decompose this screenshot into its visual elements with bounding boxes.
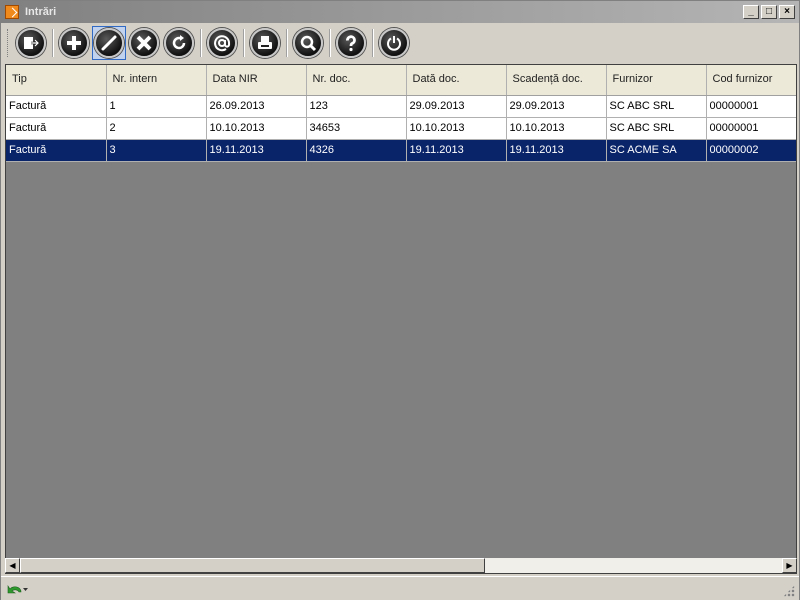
column-header-nr-intern[interactable]: Nr. intern xyxy=(106,65,207,96)
undo-arrow-icon[interactable] xyxy=(7,582,29,596)
print-button[interactable] xyxy=(248,26,282,60)
scroll-left-button[interactable]: ◀ xyxy=(5,558,20,573)
window-controls: _ □ × xyxy=(743,5,795,19)
printer-icon xyxy=(250,28,280,58)
table-cell[interactable]: 19.11.2013 xyxy=(506,139,607,162)
exit-icon xyxy=(16,28,46,58)
title-bar[interactable]: Intrări _ □ × xyxy=(1,1,799,23)
column-header-data-doc[interactable]: Dată doc. xyxy=(406,65,507,96)
table-cell[interactable]: 2 xyxy=(106,117,207,140)
table-cell[interactable]: SC ABC SRL xyxy=(606,95,707,118)
question-icon xyxy=(336,28,366,58)
search-button[interactable] xyxy=(291,26,325,60)
table-cell[interactable]: 1 xyxy=(106,95,207,118)
scroll-track[interactable] xyxy=(20,558,782,573)
table-cell[interactable]: 3 xyxy=(106,139,207,162)
email-button[interactable] xyxy=(205,26,239,60)
refresh-button[interactable] xyxy=(162,26,196,60)
toolbar xyxy=(3,24,799,62)
toolbar-separator xyxy=(243,29,245,57)
column-header-scadenta-doc[interactable]: Scadență doc. xyxy=(506,65,607,96)
table-cell[interactable]: 29.09.2013 xyxy=(406,95,507,118)
maximize-button[interactable]: □ xyxy=(761,5,777,19)
table-cell[interactable]: 00000001 xyxy=(706,95,796,118)
column-header-nr-doc[interactable]: Nr. doc. xyxy=(306,65,407,96)
help-button[interactable] xyxy=(334,26,368,60)
table-cell[interactable]: 4326 xyxy=(306,139,407,162)
table-row-selected[interactable]: Factură 3 19.11.2013 4326 19.11.2013 19.… xyxy=(6,139,796,162)
table-row[interactable]: Factură 1 26.09.2013 123 29.09.2013 29.0… xyxy=(6,95,796,118)
toolbar-grip[interactable] xyxy=(7,29,10,57)
plus-icon xyxy=(59,28,89,58)
refresh-icon xyxy=(164,28,194,58)
column-header-tip[interactable]: Tip xyxy=(6,65,107,96)
exit-button[interactable] xyxy=(14,26,48,60)
main-window: Intrări _ □ × Tip Nr. intern Data NIR Nr… xyxy=(0,0,800,600)
at-icon xyxy=(207,28,237,58)
magnifier-icon xyxy=(293,28,323,58)
table-cell[interactable]: Factură xyxy=(6,95,107,118)
table-cell[interactable]: 00000001 xyxy=(706,117,796,140)
table-cell[interactable]: 19.11.2013 xyxy=(206,139,307,162)
toolbar-separator xyxy=(52,29,54,57)
window-title: Intrări xyxy=(25,6,57,18)
table-row[interactable]: Factură 2 10.10.2013 34653 10.10.2013 10… xyxy=(6,117,796,140)
resize-grip[interactable] xyxy=(783,585,795,597)
minimize-button[interactable]: _ xyxy=(743,5,759,19)
add-button[interactable] xyxy=(57,26,91,60)
table-cell[interactable]: Factură xyxy=(6,139,107,162)
x-icon xyxy=(129,28,159,58)
table-cell[interactable]: 123 xyxy=(306,95,407,118)
toolbar-separator xyxy=(200,29,202,57)
table-cell[interactable]: 34653 xyxy=(306,117,407,140)
power-button[interactable] xyxy=(377,26,411,60)
table-cell[interactable]: Factură xyxy=(6,117,107,140)
scroll-right-button[interactable]: ▶ xyxy=(782,558,797,573)
delete-button[interactable] xyxy=(127,26,161,60)
toolbar-separator xyxy=(286,29,288,57)
pencil-icon xyxy=(94,28,124,58)
column-header-furnizor[interactable]: Furnizor xyxy=(606,65,707,96)
toolbar-separator xyxy=(372,29,374,57)
table-cell[interactable]: SC ACME SA xyxy=(606,139,707,162)
close-button[interactable]: × xyxy=(779,5,795,19)
data-grid[interactable]: Tip Nr. intern Data NIR Nr. doc. Dată do… xyxy=(5,64,797,574)
header-row: Tip Nr. intern Data NIR Nr. doc. Dată do… xyxy=(6,65,796,96)
table-cell[interactable]: 29.09.2013 xyxy=(506,95,607,118)
app-icon xyxy=(5,5,19,19)
table-cell[interactable]: 10.10.2013 xyxy=(406,117,507,140)
table-cell[interactable]: SC ABC SRL xyxy=(606,117,707,140)
edit-button[interactable] xyxy=(92,26,126,60)
status-bar xyxy=(1,576,799,600)
toolbar-separator xyxy=(329,29,331,57)
horizontal-scrollbar[interactable]: ◀ ▶ xyxy=(5,558,797,573)
table-cell[interactable]: 00000002 xyxy=(706,139,796,162)
column-header-cod-furnizor[interactable]: Cod furnizor xyxy=(706,65,796,96)
table-cell[interactable]: 26.09.2013 xyxy=(206,95,307,118)
scroll-thumb[interactable] xyxy=(20,558,485,573)
table-cell[interactable]: 10.10.2013 xyxy=(506,117,607,140)
power-icon xyxy=(379,28,409,58)
column-header-data-nir[interactable]: Data NIR xyxy=(206,65,307,96)
table-cell[interactable]: 19.11.2013 xyxy=(406,139,507,162)
table-cell[interactable]: 10.10.2013 xyxy=(206,117,307,140)
